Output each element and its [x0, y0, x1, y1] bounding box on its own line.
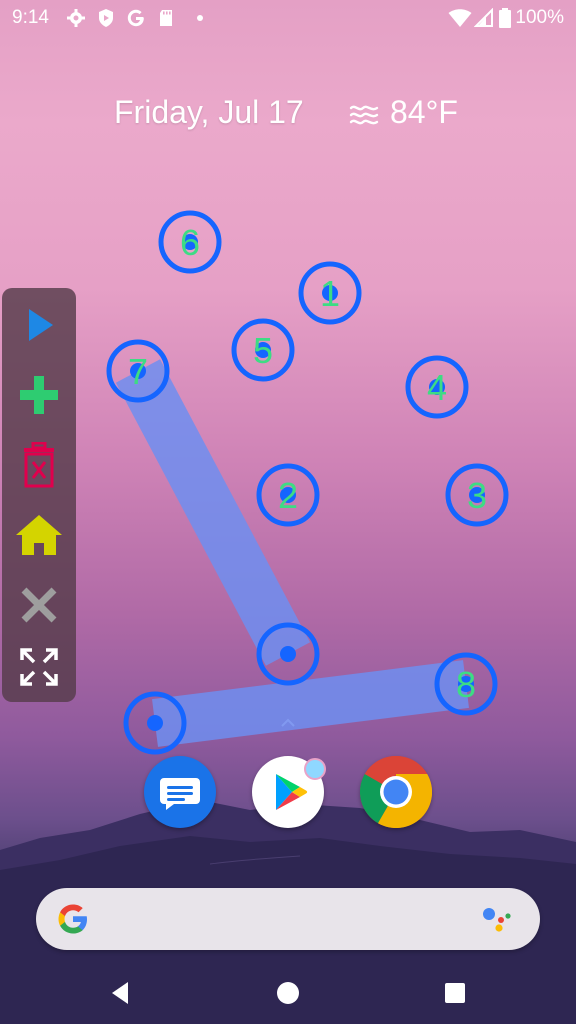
delete-icon [24, 442, 54, 488]
google-search-bar[interactable] [36, 888, 540, 950]
navigation-bar [0, 962, 576, 1024]
tap-label-1: 1 [320, 273, 340, 314]
tap-point-6[interactable]: 6 [158, 210, 222, 274]
google-g-icon [58, 904, 87, 934]
swipe-paths [115, 359, 469, 747]
close-button[interactable] [12, 580, 66, 630]
tap-label-4: 4 [427, 367, 447, 408]
recents-icon[interactable] [440, 978, 470, 1008]
tap-label-6: 6 [180, 222, 200, 263]
tap-point-4[interactable]: 4 [405, 355, 469, 419]
tap-point-3[interactable]: 3 [445, 463, 509, 527]
close-icon [21, 587, 57, 623]
macro-toolbar [2, 288, 76, 702]
tap-point-1[interactable]: 1 [298, 261, 362, 325]
tap-label-2: 2 [278, 475, 298, 516]
add-icon [20, 376, 58, 414]
gesture-overlay: 1 2 3 4 5 6 7 8 [106, 210, 509, 755]
swipe-end-7-dot [280, 646, 296, 662]
home-shortcut-button[interactable] [12, 510, 66, 560]
expand-icon [20, 648, 58, 686]
tap-point-2[interactable]: 2 [256, 463, 320, 527]
swipe-path-8 [152, 660, 469, 747]
expand-button[interactable] [12, 642, 66, 692]
tap-label-5: 5 [253, 330, 273, 371]
back-icon[interactable] [106, 978, 136, 1008]
play-icon [29, 309, 53, 341]
home-icon [16, 515, 62, 555]
tap-label-8: 8 [456, 664, 476, 705]
delete-button[interactable] [12, 440, 66, 490]
assistant-icon[interactable] [480, 904, 514, 934]
play-button[interactable] [12, 300, 66, 350]
add-button[interactable] [12, 370, 66, 420]
tap-label-7: 7 [128, 351, 148, 392]
tap-point-5[interactable]: 5 [231, 318, 295, 382]
home-button-icon[interactable] [273, 978, 303, 1008]
swipe-start-8-dot [147, 715, 163, 731]
tap-label-3: 3 [467, 475, 487, 516]
